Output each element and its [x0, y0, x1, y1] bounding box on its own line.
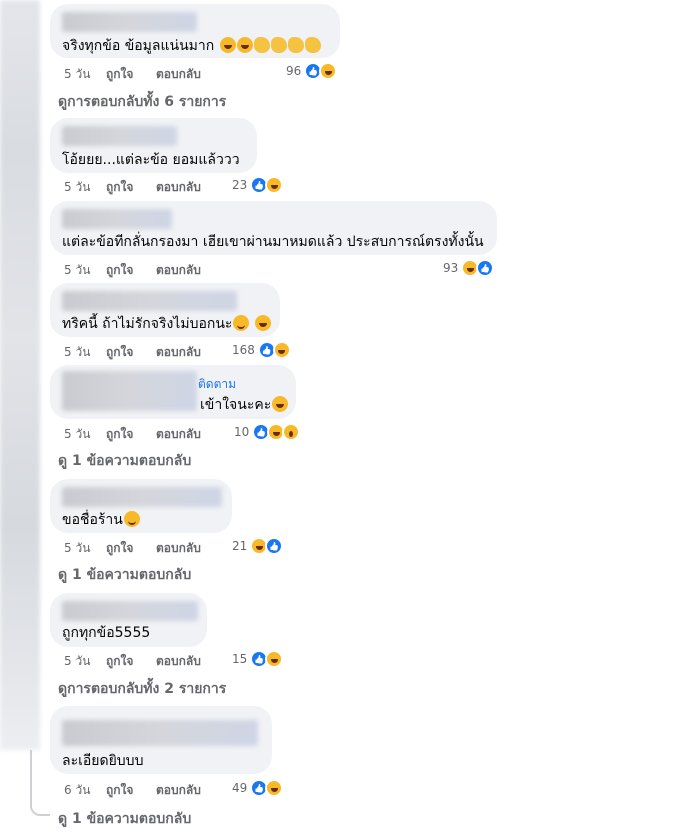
rofl-emoji-icon [219, 37, 236, 53]
grinning-emoji-icon [123, 511, 140, 527]
smiling-emoji-icon [233, 315, 250, 331]
reaction-count: 96 [286, 64, 302, 78]
author-name-blurred[interactable] [62, 126, 177, 146]
view-replies-link[interactable]: ดู 1 ข้อความตอบกลับ [58, 564, 191, 586]
comment-text: โอ้ยยย...แต่ละข้อ ยอมแล้ววว [62, 152, 240, 168]
reply-link[interactable]: ตอบกลับ [156, 539, 201, 558]
clap-emoji-icon [253, 37, 270, 53]
timestamp[interactable]: 5 วัน [64, 425, 90, 444]
reaction-summary[interactable]: 96 [286, 62, 338, 80]
like-link[interactable]: ถูกใจ [106, 261, 133, 280]
comment-text: ขอชื่อร้าน [62, 509, 140, 531]
reaction-summary[interactable]: 15 [232, 650, 284, 668]
like-link[interactable]: ถูกใจ [106, 425, 133, 444]
reaction-count: 168 [232, 343, 255, 357]
comment-text: ละเอียดยิบบบ [62, 753, 144, 769]
author-name-blurred[interactable] [62, 209, 172, 229]
haha-reaction-icon [265, 650, 284, 668]
haha-reaction-icon [319, 62, 338, 80]
comment-text: จริงทุกข้อ ข้อมูลแน่นมาก [62, 35, 321, 57]
reaction-count: 93 [443, 261, 459, 275]
like-link[interactable]: ถูกใจ [106, 781, 133, 800]
like-link[interactable]: ถูกใจ [106, 65, 133, 84]
view-replies-link[interactable]: ดูการตอบกลับทั้ง 2 รายการ [58, 678, 226, 700]
view-replies-link[interactable]: ดู 1 ข้อความตอบกลับ [58, 450, 191, 472]
reply-link[interactable]: ตอบกลับ [156, 343, 201, 362]
like-link[interactable]: ถูกใจ [106, 539, 133, 558]
comment-text: ทริคนี้ ถ้าไม่รักจริงไม่บอกนะ [62, 313, 271, 335]
like-reaction-icon [265, 537, 284, 555]
haha-reaction-icon [272, 341, 291, 359]
comment-bubble: ทริคนี้ ถ้าไม่รักจริงไม่บอกนะ [50, 283, 280, 337]
comment-bubble: แต่ละข้อทีกลั่นกรองมา เฮียเขาผ่านมาหมดแล… [50, 201, 497, 255]
like-link[interactable]: ถูกใจ [106, 178, 133, 197]
timestamp[interactable]: 6 วัน [64, 781, 90, 800]
view-replies-link[interactable]: ดูการตอบกลับทั้ง 6 รายการ [58, 91, 226, 113]
comment-text: เข้าใจนะคะ [200, 394, 289, 416]
reaction-count: 21 [232, 539, 248, 553]
rofl-emoji-icon [236, 37, 253, 53]
reaction-count: 23 [232, 178, 248, 192]
author-name-blurred[interactable] [62, 720, 258, 746]
author-name-blurred[interactable] [62, 601, 198, 621]
reply-link[interactable]: ตอบกลับ [156, 652, 201, 671]
reaction-count: 10 [234, 425, 250, 439]
haha-reaction-icon [265, 779, 284, 797]
clap-emoji-icon [270, 37, 287, 53]
wow-reaction-icon [282, 423, 301, 441]
like-reaction-icon [476, 259, 495, 277]
reaction-summary[interactable]: 23 [232, 176, 284, 194]
reply-link[interactable]: ตอบกลับ [156, 425, 201, 444]
reply-link[interactable]: ตอบกลับ [156, 65, 201, 84]
reaction-summary[interactable]: 93 [443, 259, 495, 277]
reaction-summary[interactable]: 168 [232, 341, 291, 359]
clap-emoji-icon [287, 37, 304, 53]
author-name-blurred[interactable] [62, 12, 197, 32]
timestamp[interactable]: 5 วัน [64, 539, 90, 558]
reaction-summary[interactable]: 10 [234, 423, 301, 441]
author-name-blurred[interactable] [62, 371, 197, 411]
comment-text: ถูกทุกข้อ5555 [62, 625, 151, 641]
comment-bubble: ขอชื่อร้าน [50, 479, 232, 533]
timestamp[interactable]: 5 วัน [64, 343, 90, 362]
clap-emoji-icon [304, 37, 321, 53]
squinting-emoji-icon [254, 315, 271, 331]
timestamp[interactable]: 5 วัน [64, 65, 90, 84]
reply-link[interactable]: ตอบกลับ [156, 261, 201, 280]
comment-text: แต่ละข้อทีกลั่นกรองมา เฮียเขาผ่านมาหมดแล… [62, 234, 484, 250]
like-link[interactable]: ถูกใจ [106, 652, 133, 671]
blurred-left-panel [0, 0, 40, 750]
like-link[interactable]: ถูกใจ [106, 343, 133, 362]
comment-bubble: โอ้ยยย...แต่ละข้อ ยอมแล้ววว [50, 118, 257, 173]
comment-bubble: ติดตาม เข้าใจนะคะ [50, 365, 296, 419]
reply-link[interactable]: ตอบกลับ [156, 781, 201, 800]
author-name-blurred[interactable] [62, 487, 222, 507]
comment-bubble: ละเอียดยิบบบ [50, 706, 272, 774]
reaction-summary[interactable]: 21 [232, 537, 284, 555]
timestamp[interactable]: 5 วัน [64, 652, 90, 671]
comment-bubble: จริงทุกข้อ ข้อมูลแน่นมาก [50, 4, 340, 58]
haha-reaction-icon [265, 176, 284, 194]
timestamp[interactable]: 5 วัน [64, 261, 90, 280]
reaction-count: 15 [232, 652, 248, 666]
author-name-blurred[interactable] [62, 291, 237, 311]
reply-link[interactable]: ตอบกลับ [156, 178, 201, 197]
comment-bubble: ถูกทุกข้อ5555 [50, 593, 207, 647]
reaction-summary[interactable]: 49 [232, 779, 284, 797]
reaction-count: 49 [232, 781, 248, 795]
timestamp[interactable]: 5 วัน [64, 178, 90, 197]
thread-connector-line [30, 750, 50, 816]
view-replies-link[interactable]: ดู 1 ข้อความตอบกลับ [58, 808, 191, 830]
rofl-emoji-icon [272, 396, 289, 412]
follow-link[interactable]: ติดตาม [198, 375, 236, 394]
